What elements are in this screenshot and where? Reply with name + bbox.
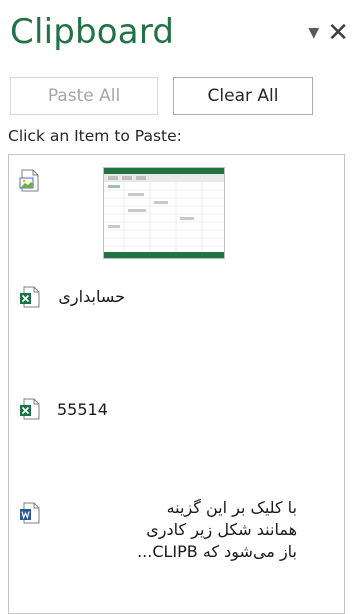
clipboard-pane: Clipboard ▼ ✕ Paste All Clear All Click … — [0, 0, 353, 614]
excel-doc-icon — [20, 398, 40, 420]
word-item-line: با کلیک بر این گزینه — [166, 498, 297, 517]
clipboard-item-excel[interactable]: حسابداری — [9, 271, 344, 331]
word-item-text[interactable]: با کلیک بر این گزینه همانند شکل زیر کادر… — [57, 497, 297, 563]
image-thumbnail — [103, 167, 225, 259]
paste-all-button[interactable]: Paste All — [10, 77, 158, 115]
spreadsheet-thumbnail-graphic — [104, 168, 224, 258]
close-icon[interactable]: ✕ — [327, 20, 349, 46]
excel-item-text: حسابداری — [58, 287, 125, 306]
picture-doc-icon — [19, 169, 39, 192]
click-item-hint: Click an Item to Paste: — [8, 127, 182, 145]
clear-all-button[interactable]: Clear All — [173, 77, 313, 115]
clipboard-items-list[interactable]: حسابداری 55514 با کلیک بر این گزینه همان… — [8, 154, 345, 614]
task-pane-options-icon[interactable]: ▼ — [308, 25, 319, 41]
pane-title-controls: ▼ ✕ — [308, 20, 349, 46]
clipboard-item-image[interactable] — [9, 155, 344, 265]
word-item-line: همانند شکل زیر کادری — [146, 520, 297, 539]
word-item-line: باز می‌شود که CLIPB... — [137, 542, 297, 561]
word-doc-icon — [20, 502, 40, 524]
excel-item-text: 55514 — [57, 400, 108, 419]
pane-title: Clipboard — [10, 12, 175, 52]
clipboard-item-excel[interactable]: 55514 — [9, 383, 344, 443]
excel-doc-icon — [20, 286, 40, 308]
